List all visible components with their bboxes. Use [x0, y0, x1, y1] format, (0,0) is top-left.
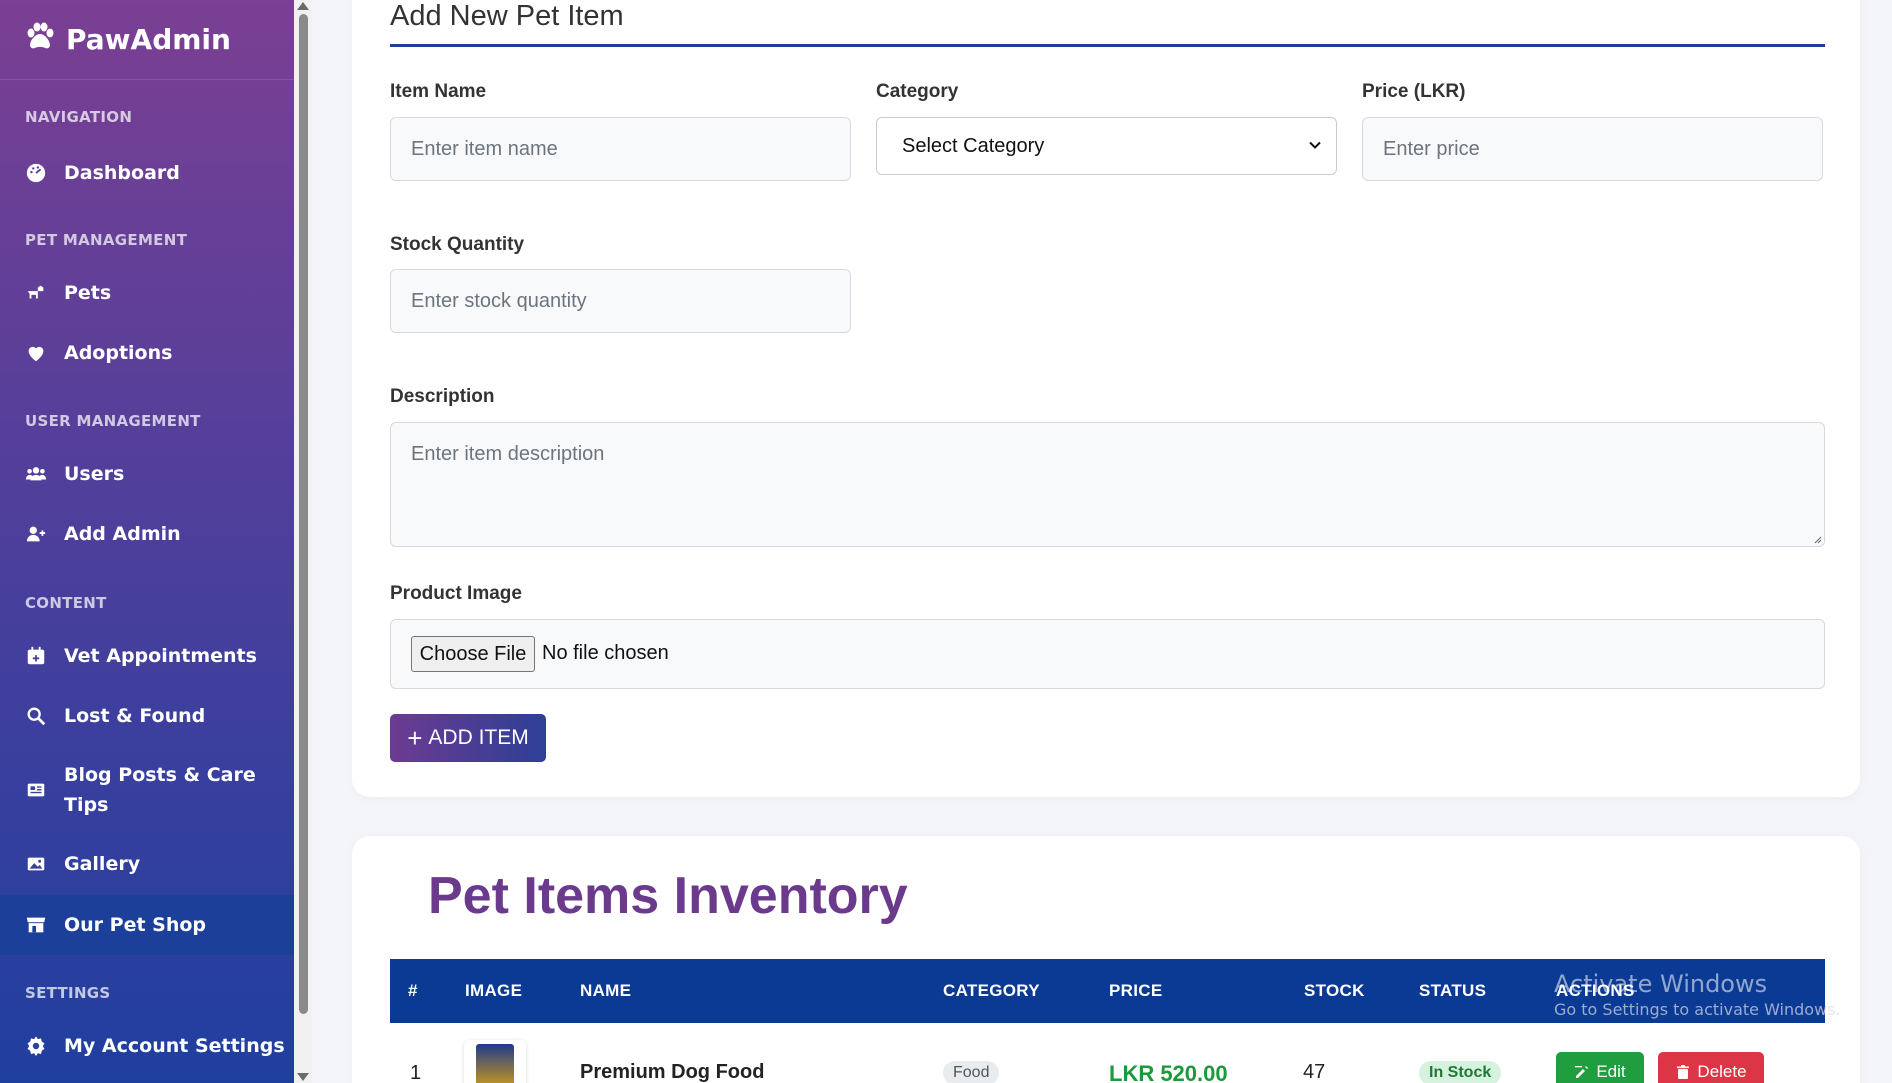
category-selected: Select Category: [902, 134, 1045, 157]
status-badge: In Stock: [1419, 1061, 1502, 1083]
users-icon: [24, 462, 48, 486]
gear-icon: [24, 1034, 48, 1058]
sidebar-item-pets[interactable]: Pets: [0, 270, 294, 316]
resize-handle-icon[interactable]: [1812, 534, 1822, 544]
heart-icon: [24, 341, 48, 365]
sidebar-scrollbar[interactable]: [294, 0, 312, 1083]
chevron-down-icon: [1308, 135, 1322, 158]
paw-icon: [24, 20, 56, 59]
delete-button[interactable]: Delete: [1658, 1052, 1764, 1083]
add-item-label: ADD ITEM: [428, 726, 529, 749]
choose-file-button[interactable]: Choose File: [411, 636, 535, 672]
dashboard-icon: [24, 161, 48, 185]
sidebar-item-label: Gallery: [64, 853, 141, 875]
price-label: Price (LKR): [1362, 81, 1466, 102]
item-name-label: Item Name: [390, 81, 487, 102]
search-icon: [24, 704, 48, 728]
blog-label-line2: Tips: [64, 794, 109, 816]
price-input[interactable]: Enter price: [1362, 117, 1823, 181]
blog-label-line1: Blog Posts & Care: [64, 764, 256, 786]
section-content: CONTENT: [25, 594, 107, 612]
sidebar-item-label: Users: [64, 463, 125, 485]
newspaper-icon: [24, 778, 48, 802]
col-stock: STOCK: [1304, 981, 1365, 1000]
description-textarea[interactable]: Enter item description: [390, 422, 1825, 547]
row-price: LKR 520.00: [1109, 1061, 1228, 1083]
description-placeholder: Enter item description: [411, 443, 605, 465]
row-name: Premium Dog Food: [580, 1061, 765, 1083]
plus-icon: +: [407, 723, 423, 753]
sidebar-item-blog[interactable]: Blog Posts & Care Tips: [0, 756, 294, 824]
scroll-down-arrow[interactable]: [297, 1073, 309, 1081]
sidebar-item-label: Vet Appointments: [64, 645, 257, 667]
sidebar-item-lost-found[interactable]: Lost & Found: [0, 693, 294, 739]
inventory-title: Pet Items Inventory: [428, 867, 908, 925]
section-navigation: NAVIGATION: [25, 108, 133, 126]
stock-input[interactable]: Enter stock quantity: [390, 269, 851, 333]
sidebar-item-label: My Account Settings: [64, 1035, 285, 1057]
sidebar-item-add-admin[interactable]: Add Admin: [0, 511, 294, 557]
sidebar-item-dashboard[interactable]: Dashboard: [0, 150, 294, 196]
watermark-line2: Go to Settings to activate Windows.: [1554, 1000, 1841, 1019]
form-title: Add New Pet Item: [390, 0, 624, 32]
images-icon: [24, 852, 48, 876]
col-price: PRICE: [1109, 981, 1163, 1000]
item-name-input[interactable]: Enter item name: [390, 117, 851, 181]
sidebar-item-label: Our Pet Shop: [64, 914, 207, 936]
col-image: IMAGE: [465, 981, 523, 1000]
brand-name: PawAdmin: [66, 23, 231, 56]
add-item-button[interactable]: + ADD ITEM: [390, 714, 546, 762]
dog-food-bag-image: [476, 1044, 514, 1083]
sidebar-item-label: Lost & Found: [64, 705, 206, 727]
sidebar-item-label: Adoptions: [64, 342, 173, 364]
edit-label: Edit: [1596, 1062, 1626, 1081]
brand[interactable]: PawAdmin: [0, 0, 294, 80]
calendar-plus-icon: [24, 644, 48, 668]
section-pet-management: PET MANAGEMENT: [25, 231, 188, 249]
section-user-management: USER MANAGEMENT: [25, 412, 201, 430]
row-stock: 47: [1303, 1061, 1326, 1083]
scroll-thumb[interactable]: [299, 14, 308, 1014]
scroll-up-arrow[interactable]: [297, 2, 309, 10]
windows-activation-watermark: Activate Windows Go to Settings to activ…: [1554, 970, 1841, 1019]
user-plus-icon: [24, 522, 48, 546]
category-badge: Food: [943, 1061, 1000, 1083]
sidebar-item-gallery[interactable]: Gallery: [0, 841, 294, 887]
row-index: 1: [410, 1062, 422, 1083]
sidebar-item-pet-shop[interactable]: Our Pet Shop: [0, 895, 294, 955]
store-icon: [24, 913, 48, 937]
sidebar-item-vet-appointments[interactable]: Vet Appointments: [0, 633, 294, 679]
delete-label: Delete: [1697, 1062, 1747, 1081]
category-label: Category: [876, 81, 959, 102]
sidebar-item-users[interactable]: Users: [0, 451, 294, 497]
category-select[interactable]: Select Category: [876, 117, 1337, 175]
dog-icon: [24, 281, 48, 305]
sidebar-item-label: Add Admin: [64, 523, 181, 545]
sidebar-item-label: Dashboard: [64, 162, 180, 184]
sidebar: PawAdmin NAVIGATION Dashboard PET MANAGE…: [0, 0, 294, 1083]
edit-icon: [1575, 1066, 1589, 1078]
watermark-line1: Activate Windows: [1554, 970, 1768, 998]
stock-label: Stock Quantity: [390, 234, 525, 255]
section-settings: SETTINGS: [25, 984, 111, 1002]
product-image-label: Product Image: [390, 583, 522, 604]
sidebar-item-account-settings[interactable]: My Account Settings: [0, 1023, 294, 1069]
form-title-underline: [390, 44, 1825, 47]
file-status: No file chosen: [542, 642, 669, 664]
col-status: STATUS: [1419, 981, 1487, 1000]
description-label: Description: [390, 386, 495, 407]
product-thumbnail: [464, 1040, 526, 1083]
col-name: NAME: [580, 981, 632, 1000]
trash-icon: [1677, 1065, 1690, 1079]
col-index: #: [408, 981, 418, 1000]
sidebar-item-label: Blog Posts & Care Tips: [64, 760, 256, 820]
sidebar-item-adoptions[interactable]: Adoptions: [0, 330, 294, 376]
col-category: CATEGORY: [943, 981, 1040, 1000]
sidebar-item-label: Pets: [64, 282, 112, 304]
edit-button[interactable]: Edit: [1556, 1052, 1644, 1083]
